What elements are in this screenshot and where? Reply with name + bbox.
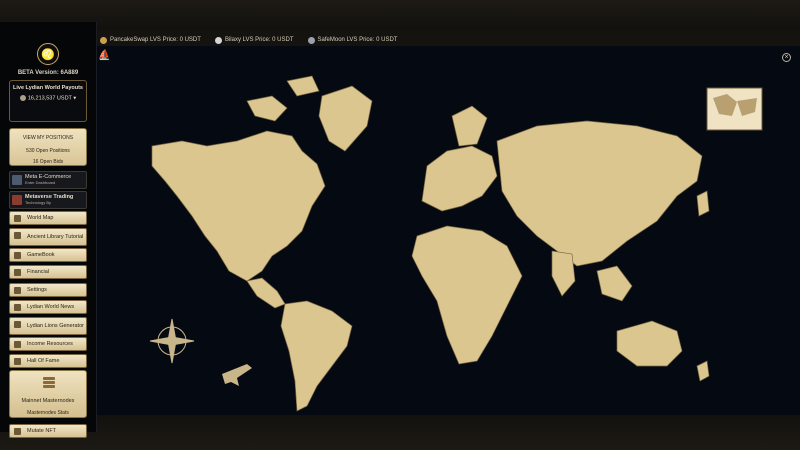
lion-icon: [14, 321, 21, 328]
sidebar-item-mutate-nft[interactable]: Mutate NFT: [9, 424, 87, 438]
sidebar-item-label: Hall Of Fame: [27, 358, 60, 364]
sidebar-item-label: Ancient Library Tutorial: [27, 234, 84, 240]
open-bids: 16 Open Bids: [32, 159, 64, 165]
safemoon-icon: [307, 36, 315, 44]
sidebar-item-label: Lydian Lions Generator: [27, 323, 84, 329]
bilaxy-icon: [214, 36, 222, 44]
positions-title: VIEW MY POSITIONS: [22, 135, 74, 141]
chevron-down-icon[interactable]: ▾: [73, 95, 76, 101]
sidebar-item-label: Financial: [27, 269, 50, 275]
mutate-icon: [14, 428, 21, 435]
europe: [421, 145, 498, 212]
payouts-amount: 16,213,537 USDT: [27, 95, 72, 102]
ticker-item: SafeMoon LVS Price: 0 USDT: [307, 36, 397, 44]
north-america: [151, 130, 326, 282]
japan: [696, 190, 710, 217]
sidebar-item-financial[interactable]: Financial: [9, 265, 87, 279]
sidebar-item-settings[interactable]: Settings: [9, 283, 87, 297]
payouts-panel: Live Lydian World Payouts 16,213,537 USD…: [9, 80, 87, 122]
sidebar-item-label: Lydian World News: [27, 304, 75, 310]
ticker-item: PancakeSwap LVS Price: 0 USDT: [100, 36, 201, 44]
map-icon: [14, 215, 21, 222]
compass-rose-icon: [149, 318, 195, 364]
sidebar: ♌ BETA Version: 6A889 Live Lydian World …: [0, 22, 97, 438]
mainnet-masternodes: Mainnet Masternodes: [21, 398, 75, 404]
masternodes-panel[interactable]: Mainnet Masternodes Masternodes Stats: [9, 370, 87, 418]
pancakeswap-icon: [100, 36, 107, 44]
metaverse-trading-button[interactable]: Metaverse Trading Technology By: [9, 191, 87, 209]
meta-ecommerce-button[interactable]: Meta E-Commerce Enter Dashboard: [9, 171, 87, 189]
asia: [496, 120, 703, 267]
metaverse-trading-icon: [12, 195, 22, 205]
gamebook-icon: [14, 252, 21, 259]
south-america: [280, 300, 353, 412]
world-map[interactable]: [97, 46, 800, 415]
sidebar-item-lions-generator[interactable]: Lydian Lions Generator: [9, 317, 87, 335]
book-icon: [14, 232, 21, 239]
sidebar-item-label: Settings: [27, 287, 47, 293]
minimap-icon: [706, 87, 763, 131]
sidebar-item-news[interactable]: Lydian World News: [9, 300, 87, 314]
ticker-item: Bilaxy LVS Price: 0 USDT: [214, 36, 294, 44]
enter-dashboard-label: Enter Dashboard: [25, 180, 56, 185]
sidebar-item-gamebook[interactable]: GameBook: [9, 248, 87, 262]
canada-islands: [246, 75, 320, 122]
technology-by-label: Technology By: [25, 200, 52, 205]
window-frame-bottom: [0, 415, 800, 450]
new-zealand: [696, 360, 710, 382]
lion-logo-icon[interactable]: ♌: [37, 43, 59, 65]
open-positions: 530 Open Positions: [26, 148, 70, 154]
payouts-amount-row[interactable]: 16,213,537 USDT ▾: [10, 95, 86, 101]
view-positions-button[interactable]: VIEW MY POSITIONS 530 Open Positions 16 …: [9, 128, 87, 166]
sidebar-item-hall-of-fame[interactable]: Hall Of Fame: [9, 354, 87, 368]
news-icon: [14, 304, 21, 311]
price-ticker: PancakeSwap LVS Price: 0 USDT Bilaxy LVS…: [100, 34, 411, 46]
airplane-icon: [222, 364, 252, 386]
scandinavia: [451, 105, 488, 147]
gear-icon: [14, 287, 21, 294]
sidebar-item-ancient-library[interactable]: Ancient Library Tutorial: [9, 228, 87, 246]
sidebar-item-world-map[interactable]: World Map: [9, 211, 87, 225]
sidebar-item-label: World Map: [27, 215, 54, 221]
income-icon: [14, 341, 21, 348]
sidebar-item-label: Mutate NFT: [27, 428, 57, 434]
window-frame-top: [0, 0, 800, 30]
coin-icon: [19, 95, 26, 101]
sidebar-item-label: GameBook: [27, 252, 55, 258]
meta-ecommerce-icon: [12, 175, 22, 185]
payouts-title: Live Lydian World Payouts: [13, 85, 83, 91]
india: [551, 250, 576, 297]
beta-version: BETA Version: 6A889: [17, 70, 79, 76]
masternodes-stats: Masternodes Stats: [27, 410, 69, 416]
masternodes-stack-icon: [43, 377, 55, 391]
southeast-asia: [596, 265, 633, 302]
africa: [411, 225, 523, 365]
sidebar-item-label: Income Resources: [27, 341, 73, 347]
australia: [616, 320, 683, 367]
greenland: [318, 85, 373, 152]
central-america: [246, 277, 286, 309]
sidebar-item-income-resources[interactable]: Income Resources: [9, 337, 87, 351]
trophy-icon: [14, 358, 21, 365]
financial-icon: [14, 269, 21, 276]
